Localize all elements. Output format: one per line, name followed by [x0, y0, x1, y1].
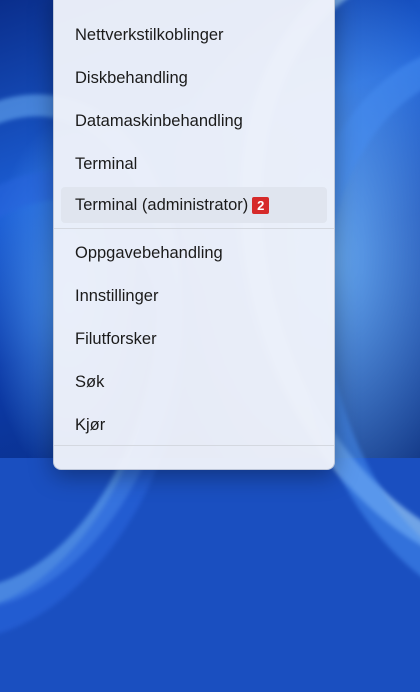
step-number-badge: 2 — [252, 196, 270, 214]
menu-item-label: Kjør — [75, 415, 106, 434]
menu-item-terminal[interactable]: Terminal — [61, 146, 327, 182]
menu-item-terminal-admin[interactable]: Terminal (administrator) 2 — [61, 187, 327, 223]
menu-item-disk-management[interactable]: Diskbehandling — [61, 60, 327, 96]
menu-item-label: Oppgavebehandling — [75, 243, 223, 262]
menu-item-label: Terminal — [75, 154, 138, 173]
menu-item-label: Søk — [75, 372, 105, 391]
menu-item-label: Datamaskinbehandling — [75, 111, 243, 130]
menu-item-label: Nettverkstilkoblinger — [75, 25, 224, 44]
menu-separator — [54, 228, 334, 229]
quick-link-context-menu: Nettverkstilkoblinger Diskbehandling Dat… — [53, 0, 335, 470]
menu-item-network-connections[interactable]: Nettverkstilkoblinger — [61, 17, 327, 53]
menu-item-label: Diskbehandling — [75, 68, 188, 87]
menu-item-label: Innstillinger — [75, 286, 159, 305]
menu-item-search[interactable]: Søk — [61, 364, 327, 400]
menu-item-label: Filutforsker — [75, 329, 157, 348]
menu-item-run[interactable]: Kjør — [61, 407, 327, 443]
menu-item-settings[interactable]: Innstillinger — [61, 278, 327, 314]
menu-item-task-manager[interactable]: Oppgavebehandling — [61, 235, 327, 271]
menu-separator — [54, 445, 334, 446]
menu-item-computer-management[interactable]: Datamaskinbehandling — [61, 103, 327, 139]
menu-item-label: Terminal (administrator) — [75, 195, 249, 214]
menu-item-file-explorer[interactable]: Filutforsker — [61, 321, 327, 357]
